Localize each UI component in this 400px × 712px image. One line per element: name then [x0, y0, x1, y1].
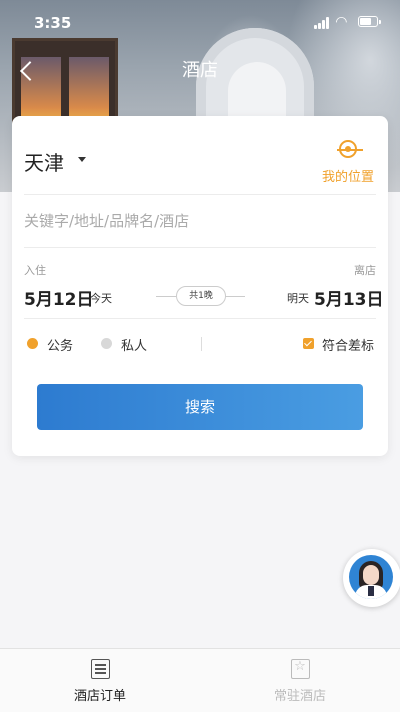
cellular-signal-icon	[314, 17, 332, 29]
divider	[24, 194, 376, 195]
divider	[24, 247, 376, 248]
caret-down-icon[interactable]	[78, 157, 86, 162]
avatar-face	[363, 565, 379, 585]
nights-line-right	[225, 296, 245, 297]
checkin-label: 入住	[24, 264, 46, 277]
checkout-label: 离店	[354, 264, 376, 277]
nights-line-left	[156, 296, 176, 297]
wifi-icon: ◠	[336, 14, 347, 30]
checkin-date[interactable]: 5月12日	[24, 285, 94, 310]
policy-checkbox[interactable]	[303, 338, 314, 349]
search-button[interactable]: 搜索	[37, 384, 363, 430]
personal-radio[interactable]	[101, 338, 112, 349]
checkout-date[interactable]: 5月13日	[314, 285, 384, 310]
policy-label[interactable]: 符合差标	[322, 335, 374, 354]
checkin-day: 今天	[90, 292, 112, 305]
tab-frequent-hotels[interactable]: 常驻酒店	[200, 649, 400, 712]
battery-icon	[358, 16, 381, 27]
keyword-search-input[interactable]	[24, 212, 324, 230]
location-target-icon	[337, 140, 363, 158]
personal-label[interactable]: 私人	[121, 335, 147, 354]
tab-label: 酒店订单	[73, 689, 126, 704]
tab-label: 常驻酒店	[273, 689, 326, 704]
my-location-button[interactable]: 我的位置	[320, 140, 376, 185]
page-title: 酒店	[182, 60, 218, 81]
checkout-day: 明天	[287, 292, 309, 305]
divider	[201, 337, 202, 351]
order-list-icon	[90, 659, 110, 679]
my-location-label: 我的位置	[321, 170, 374, 185]
hotel-search-card: 天津 我的位置 入住 离店 5月12日 今天 共1晚 明天 5月13日 公务 私…	[12, 116, 388, 456]
avatar-tie	[368, 586, 374, 596]
business-radio[interactable]	[27, 338, 38, 349]
avatar-background	[349, 555, 393, 599]
assistant-avatar-button[interactable]	[343, 549, 400, 607]
nights-badge: 共1晚	[176, 286, 226, 306]
star-icon	[290, 659, 310, 679]
status-bar: 3:35 ◠	[0, 0, 400, 40]
tab-hotel-orders[interactable]: 酒店订单	[0, 649, 200, 712]
status-time: 3:35	[34, 14, 72, 32]
city-selector[interactable]: 天津	[24, 147, 64, 176]
divider	[24, 318, 376, 319]
business-label[interactable]: 公务	[47, 335, 73, 354]
bottom-tab-bar: 酒店订单 常驻酒店	[0, 648, 400, 712]
